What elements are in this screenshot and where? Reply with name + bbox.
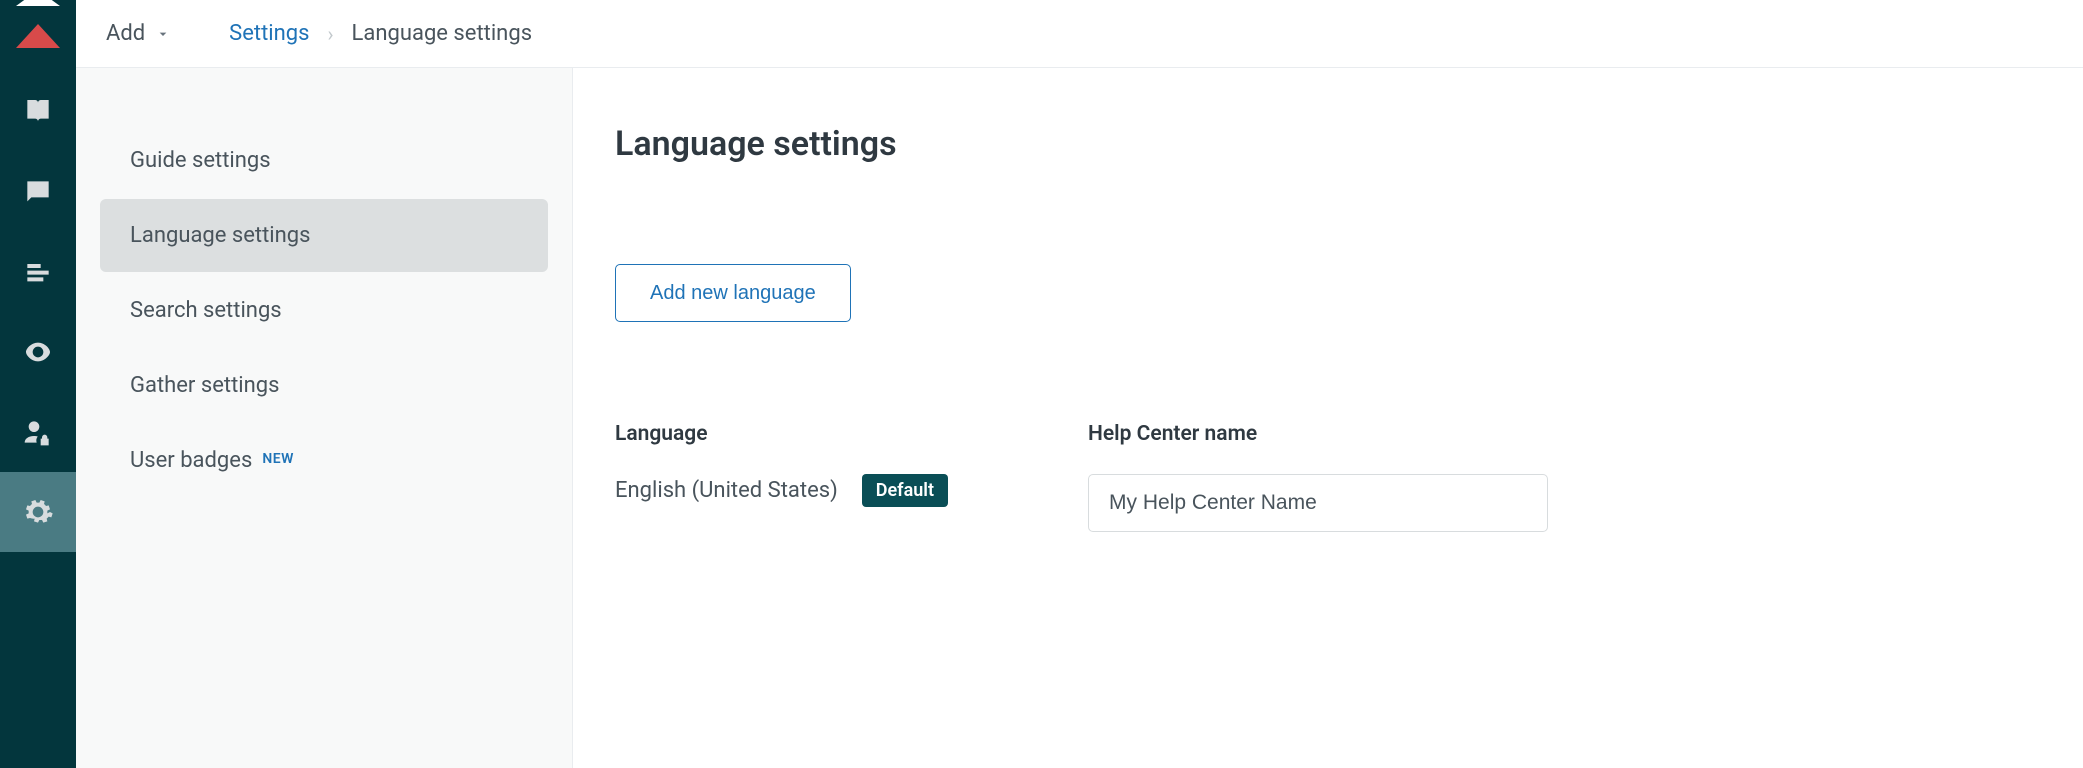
rail-item-feedback[interactable]: [0, 152, 76, 232]
eye-icon: [22, 336, 54, 368]
logo-triangle-icon: [16, 24, 60, 48]
column-header-language: Language: [615, 422, 948, 446]
nav-item-language-settings[interactable]: Language settings: [100, 199, 548, 272]
chevron-right-icon: ›: [328, 22, 334, 46]
comment-alert-icon: [22, 176, 54, 208]
rail-item-settings[interactable]: [0, 472, 76, 552]
breadcrumb-settings[interactable]: Settings: [229, 21, 309, 46]
gear-icon: [22, 496, 54, 528]
button-label: Add new language: [650, 282, 816, 305]
nav-item-gather-settings[interactable]: Gather settings: [100, 349, 548, 422]
nav-item-guide-settings[interactable]: Guide settings: [100, 124, 548, 197]
add-label: Add: [106, 21, 145, 46]
lines-icon: [22, 256, 54, 288]
nav-item-label: User badges: [130, 448, 252, 473]
user-lock-icon: [22, 416, 54, 448]
rail-item-eye[interactable]: [0, 312, 76, 392]
nav-item-label: Search settings: [130, 298, 282, 323]
settings-nav: Guide settings Language settings Search …: [76, 68, 573, 768]
default-tag: Default: [862, 474, 948, 507]
breadcrumb: Settings › Language settings: [229, 21, 532, 46]
content-area: Language settings Add new language Langu…: [573, 68, 2083, 768]
rail-item-knowledge[interactable]: [0, 72, 76, 152]
nav-item-user-badges[interactable]: User badges NEW: [100, 424, 548, 497]
add-language-button[interactable]: Add new language: [615, 264, 851, 322]
language-row: English (United States) Default: [615, 474, 948, 507]
language-column: Language English (United States) Default: [615, 422, 948, 507]
nav-item-label: Language settings: [130, 223, 311, 248]
nav-item-search-settings[interactable]: Search settings: [100, 274, 548, 347]
product-logo[interactable]: [0, 0, 76, 72]
new-badge: NEW: [262, 451, 294, 467]
page-title: Language settings: [615, 124, 2041, 164]
topbar: Add Settings › Language settings: [76, 0, 2083, 68]
language-name: English (United States): [615, 478, 838, 503]
nav-item-label: Gather settings: [130, 373, 279, 398]
nav-item-label: Guide settings: [130, 148, 271, 173]
helpcenter-name-input[interactable]: [1088, 474, 1548, 532]
add-dropdown[interactable]: Add: [106, 21, 171, 46]
chevron-down-icon: [155, 26, 171, 42]
rail-item-permissions[interactable]: [0, 392, 76, 472]
book-icon: [22, 96, 54, 128]
column-header-helpcenter: Help Center name: [1088, 422, 1548, 446]
rail-item-arrange[interactable]: [0, 232, 76, 312]
helpcenter-column: Help Center name: [1088, 422, 1548, 532]
breadcrumb-current: Language settings: [352, 21, 533, 46]
